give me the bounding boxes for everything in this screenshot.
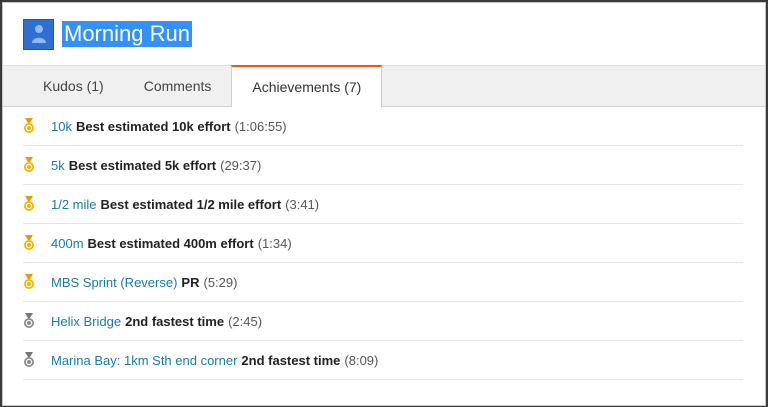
achievement-row: 400m Best estimated 400m effort (1:34) <box>23 224 743 263</box>
achievement-segment-link[interactable]: Marina Bay: 1km Sth end corner <box>51 353 237 368</box>
gold-medal-icon <box>23 274 51 290</box>
achievement-description: 2nd fastest time <box>241 352 341 368</box>
activity-avatar[interactable] <box>23 18 54 50</box>
achievement-row: Marina Bay: 1km Sth end corner 2nd fastes… <box>23 341 743 380</box>
achievement-time: (2:45) <box>228 313 263 329</box>
gold-medal-icon <box>23 196 51 212</box>
achievement-description: 2nd fastest time <box>125 313 225 329</box>
modal-header: Morning Run <box>3 3 765 65</box>
tab-comments[interactable]: Comments <box>124 65 232 106</box>
activity-modal: Morning Run Kudos (1) Comments Achieveme… <box>2 2 766 406</box>
tab-achievements[interactable]: Achievements (7) <box>231 65 383 107</box>
achievement-row: 1/2 mile Best estimated 1/2 mile effort (3… <box>23 185 743 224</box>
tab-kudos[interactable]: Kudos (1) <box>23 65 124 106</box>
achievement-description: PR <box>181 274 200 290</box>
achievement-row: MBS Sprint (Reverse) PR (5:29) <box>23 263 743 302</box>
achievement-segment-link[interactable]: MBS Sprint (Reverse) <box>51 275 177 290</box>
achievements-list: 10k Best estimated 10k effort (1:06:55) 5k B… <box>3 107 765 380</box>
achievement-row: 5k Best estimated 5k effort (29:37) <box>23 146 743 185</box>
achievement-row: Helix Bridge 2nd fastest time (2:45) <box>23 302 743 341</box>
achievement-description: Best estimated 5k effort <box>68 157 217 173</box>
achievement-time: (5:29) <box>203 274 238 290</box>
achievement-description: Best estimated 1/2 mile effort <box>100 196 282 212</box>
silver-medal-icon <box>23 352 51 368</box>
achievement-segment-link[interactable]: 10k <box>51 119 72 134</box>
achievement-row: 10k Best estimated 10k effort (1:06:55) <box>23 107 743 146</box>
achievement-segment-link[interactable]: 1/2 mile <box>51 197 97 212</box>
activity-title: Morning Run <box>62 21 192 47</box>
achievement-description: Best estimated 10k effort <box>75 118 231 134</box>
runner-icon <box>31 25 46 43</box>
achievement-segment-link[interactable]: 400m <box>51 236 84 251</box>
gold-medal-icon <box>23 157 51 173</box>
silver-medal-icon <box>23 313 51 329</box>
gold-medal-icon <box>23 235 51 251</box>
achievement-time: (1:34) <box>257 235 292 251</box>
achievement-time: (1:06:55) <box>234 118 287 134</box>
achievement-time: (8:09) <box>344 352 379 368</box>
achievement-time: (29:37) <box>220 157 262 173</box>
achievement-segment-link[interactable]: Helix Bridge <box>51 314 121 329</box>
tab-bar: Kudos (1) Comments Achievements (7) <box>3 65 765 107</box>
achievement-description: Best estimated 400m effort <box>87 235 254 251</box>
achievement-time: (3:41) <box>285 196 320 212</box>
gold-medal-icon <box>23 118 51 134</box>
achievement-segment-link[interactable]: 5k <box>51 158 65 173</box>
